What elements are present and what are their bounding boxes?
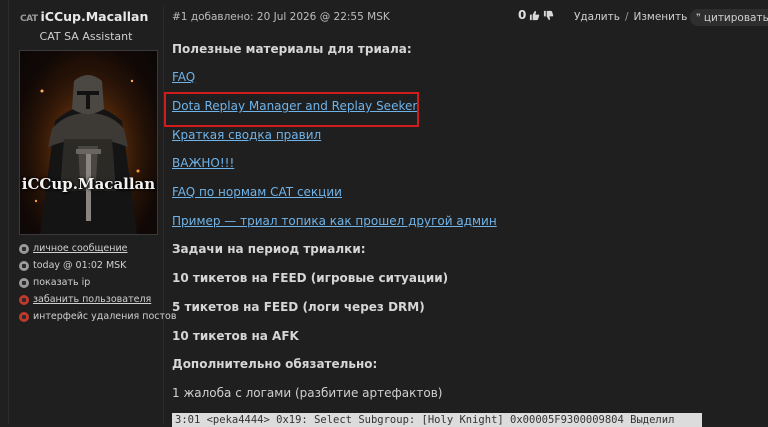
link-cat-faq[interactable]: FAQ по нормам CAT секции bbox=[172, 185, 342, 199]
user-group-prefix: CAT bbox=[20, 14, 38, 24]
show-ip-label[interactable]: показать ip bbox=[33, 277, 90, 288]
vote-controls: 0 bbox=[518, 8, 554, 22]
task-item-2: 5 тикетов на FEED (логи через DRM) bbox=[172, 300, 425, 314]
action-last-seen: today @ 01:02 MSK bbox=[19, 257, 176, 274]
post-meta: #1 добавлено: 20 Jul 2026 @ 22:55 MSK bbox=[172, 11, 390, 23]
monitor-icon bbox=[19, 277, 29, 288]
link-trial-example[interactable]: Пример — триал топика как прошел другой … bbox=[172, 214, 497, 228]
thumbs-down-icon[interactable] bbox=[543, 10, 554, 21]
user-role: CAT SA Assistant bbox=[39, 30, 133, 43]
delete-icon bbox=[19, 311, 29, 322]
task-item-3: 10 тикетов на AFK bbox=[172, 329, 299, 343]
task-item-1: 10 тикетов на FEED (игровые ситуации) bbox=[172, 271, 449, 285]
post-admin-links: Удалить / Изменить bbox=[574, 11, 687, 23]
knight-avatar-image bbox=[20, 51, 157, 234]
delete-interface-label[interactable]: интерфейс удаления постов bbox=[33, 311, 176, 322]
ban-user-label[interactable]: забанить пользователя bbox=[33, 294, 151, 305]
link-important[interactable]: ВАЖНО!!! bbox=[172, 156, 234, 170]
username[interactable]: iCCup.Macallan bbox=[41, 9, 149, 24]
author-header: CAT iCCup.Macallan bbox=[20, 9, 148, 24]
highlight-annotation-box bbox=[164, 92, 419, 127]
column-divider bbox=[163, 6, 164, 424]
edit-post-link[interactable]: Изменить bbox=[633, 11, 687, 23]
action-show-ip[interactable]: показать ip bbox=[19, 274, 176, 291]
action-delete-interface[interactable]: интерфейс удаления постов bbox=[19, 308, 176, 325]
thumbs-up-icon[interactable] bbox=[529, 10, 540, 21]
extra-heading: Дополнительно обязательно: bbox=[172, 357, 378, 371]
user-actions: личное сообщение today @ 01:02 MSK показ… bbox=[19, 240, 176, 325]
avatar: iCCup.Macallan bbox=[19, 50, 158, 235]
ban-icon bbox=[19, 294, 29, 305]
clock-icon bbox=[19, 260, 29, 271]
link-faq[interactable]: FAQ bbox=[172, 70, 195, 84]
quote-icon: ❞ bbox=[696, 12, 701, 23]
tasks-heading: Задачи на период триалки: bbox=[172, 242, 366, 256]
quote-button[interactable]: ❞ цитировать bbox=[690, 9, 768, 26]
link-rules-summary[interactable]: Краткая сводка правил bbox=[172, 128, 321, 142]
materials-heading: Полезные материалы для триала: bbox=[172, 42, 412, 56]
link-separator: / bbox=[624, 11, 629, 23]
extra-item-1: 1 жалоба с логами (разбитие артефактов) bbox=[172, 386, 443, 400]
delete-post-link[interactable]: Удалить bbox=[574, 11, 620, 23]
avatar-caption: iCCup.Macallan bbox=[21, 175, 156, 193]
action-private-message-label[interactable]: личное сообщение bbox=[33, 243, 127, 254]
log-excerpt: 3:01 <peka4444> 0x19: Select Subgroup: [… bbox=[172, 413, 702, 427]
vote-count: 0 bbox=[518, 8, 527, 22]
last-seen-label: today @ 01:02 MSK bbox=[33, 260, 127, 271]
action-ban-user[interactable]: забанить пользователя bbox=[19, 291, 176, 308]
quote-button-label: цитировать bbox=[703, 11, 768, 24]
action-private-message[interactable]: личное сообщение bbox=[19, 240, 176, 257]
mail-icon bbox=[19, 243, 29, 254]
